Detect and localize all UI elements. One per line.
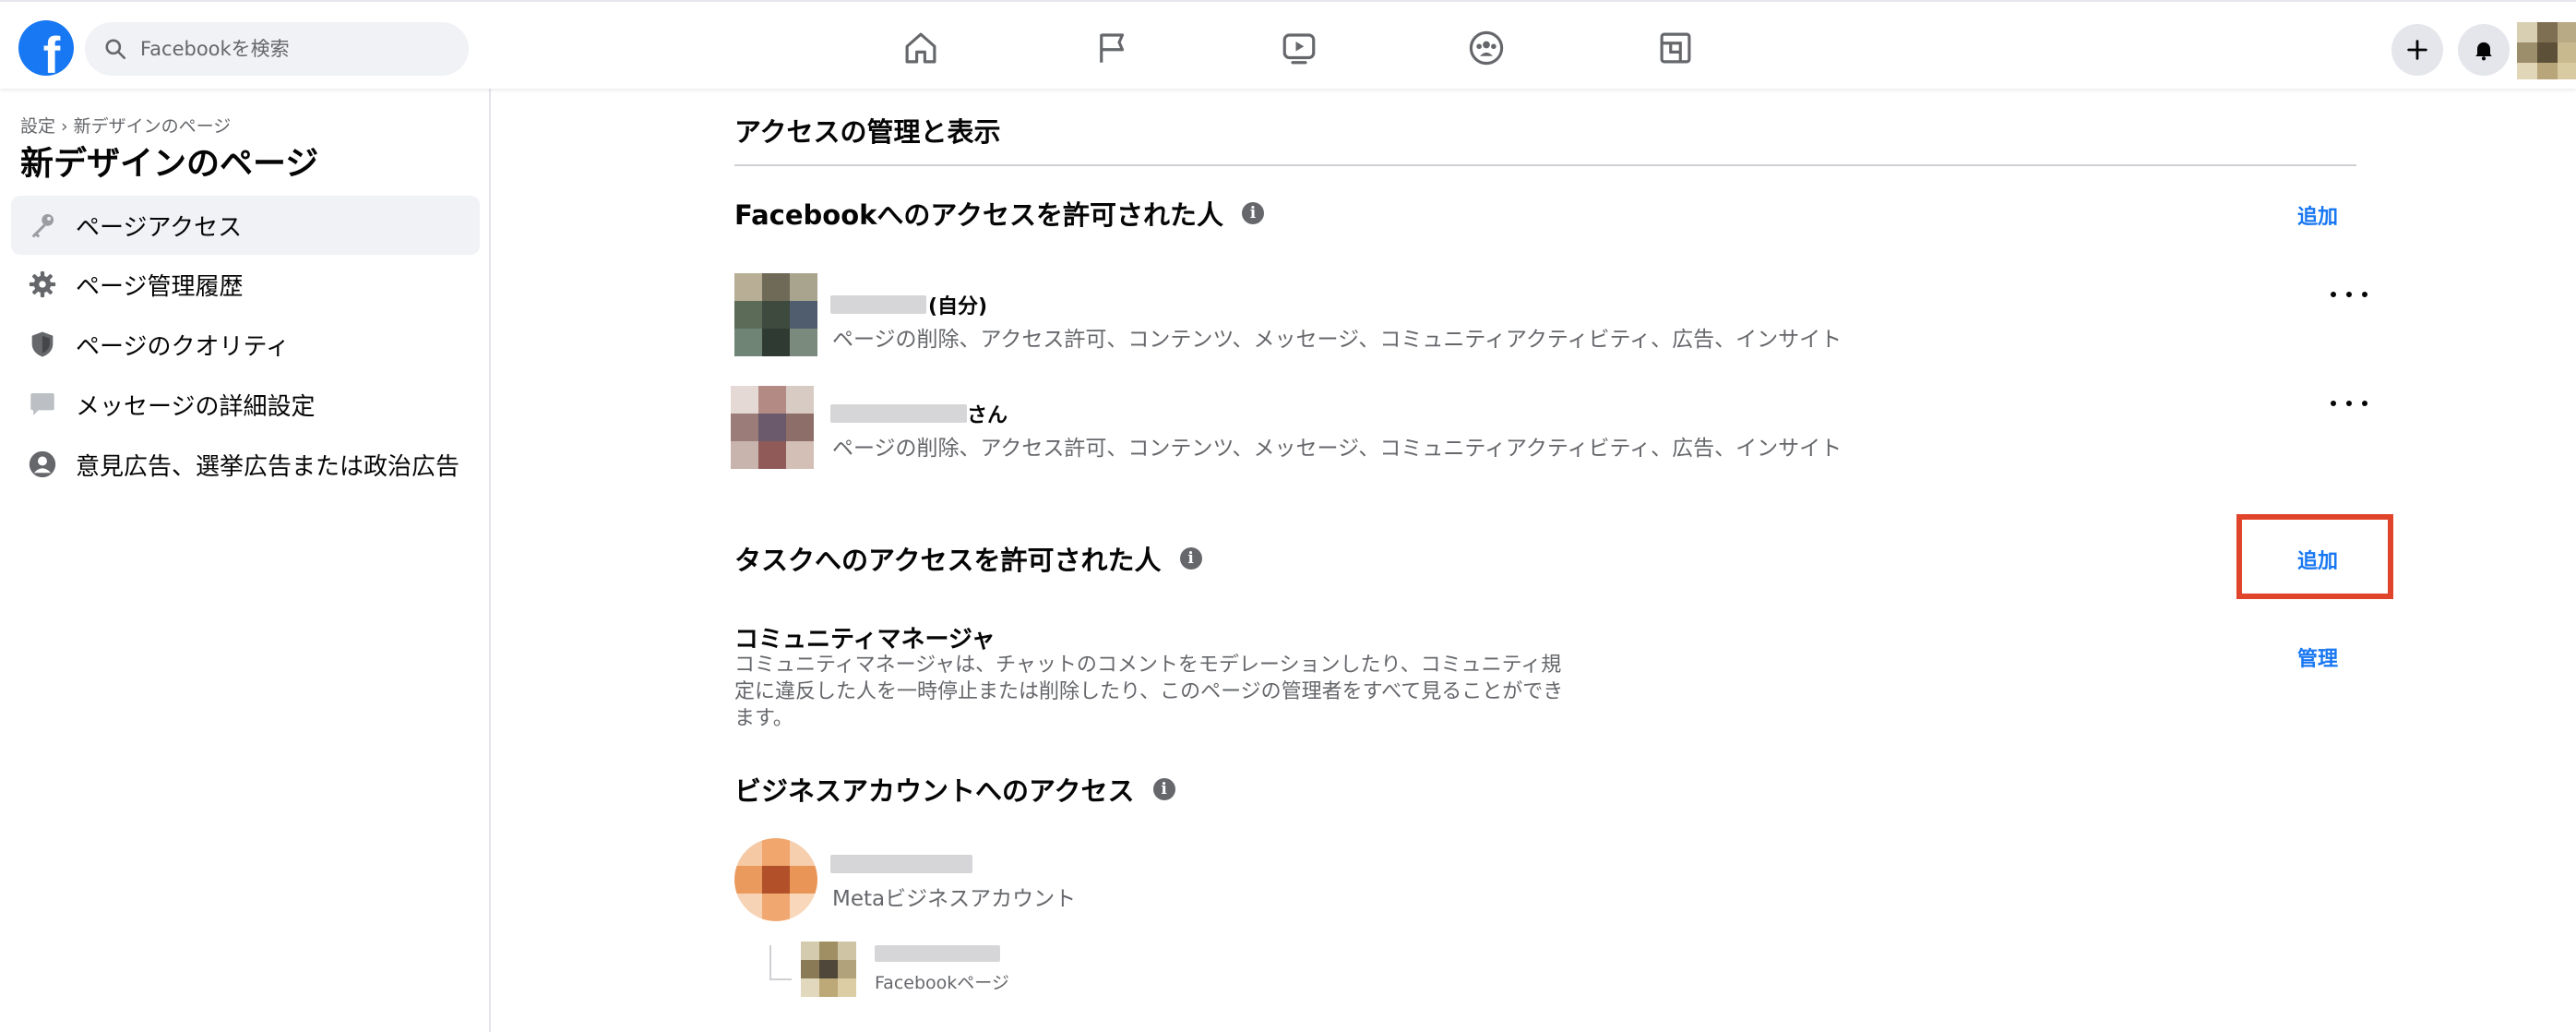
pages-flag-icon[interactable] [1089,24,1137,72]
watch-video-icon[interactable] [1275,24,1323,72]
gaming-icon[interactable] [1652,24,1699,72]
sidebar-item-label: ページのクオリティ [76,332,290,361]
notifications-bell-icon [2475,42,2492,61]
person-permissions: ページの削除、アクセス許可、コンテンツ、メッセージ、コミュニティアクティビティ、… [832,328,1843,352]
profile-avatar[interactable] [2517,22,2576,79]
info-icon[interactable]: i [1241,202,1264,224]
add-facebook-access-button[interactable]: 追加 [2297,200,2338,230]
community-manager-title: コミュニティマネージャ [734,626,996,654]
plus-icon [2407,40,2427,60]
sidebar-item-label: ページ管理履歴 [76,272,244,301]
task-access-title: タスクへのアクセスを許可された人 i [734,539,1202,578]
search-icon [105,39,126,60]
blurred-name [830,295,926,314]
key-icon [26,209,59,242]
business-account-type: Metaビジネスアカウント [832,887,1077,911]
blurred-page-name [875,945,1000,962]
sidebar-item-message-settings[interactable]: メッセージの詳細設定 [11,375,480,434]
section-title-text: タスクへのアクセスを許可された人 [734,545,1162,576]
search-box[interactable] [85,22,469,76]
sidebar-item-label: ページアクセス [76,213,243,242]
manage-community-manager-button[interactable]: 管理 [2297,642,2338,672]
blurred-business-name [830,855,972,873]
facebook-access-title: Facebookへのアクセスを許可された人 i [734,194,1264,233]
heading-divider [734,164,2356,166]
person-avatar [734,273,817,356]
more-options-button[interactable] [2331,394,2367,413]
facebook-page-type: Facebookページ [875,973,1009,993]
more-options-button[interactable] [2331,285,2367,304]
business-access-title: ビジネスアカウントへのアクセス i [734,770,1175,809]
sidebar-item-label: 意見広告、選挙広告または政治広告 [76,452,460,481]
info-icon[interactable]: i [1179,547,1202,570]
page-heading: アクセスの管理と表示 [734,116,1001,148]
top-navigation-bar: f [0,0,2576,89]
tree-connector [769,945,792,980]
sidebar-item-page-access[interactable]: ページアクセス [11,196,480,255]
notifications-button[interactable] [2458,24,2510,76]
facebook-logo-icon[interactable]: f [18,20,74,76]
shield-icon [26,328,59,361]
person-avatar [731,386,814,469]
sidebar-item-page-quality[interactable]: ページのクオリティ [11,315,480,374]
person-name-suffix: さん [967,404,1008,427]
search-input[interactable] [140,38,445,60]
person-name-suffix: (自分) [928,295,988,318]
person-permissions: ページの削除、アクセス許可、コンテンツ、メッセージ、コミュニティアクティビティ、… [832,437,1843,461]
home-icon[interactable] [897,24,945,72]
blurred-name [830,404,967,423]
sidebar-item-page-history[interactable]: ページ管理履歴 [11,255,480,314]
section-title-text: ビジネスアカウントへのアクセス [734,775,1135,807]
business-account-avatar [734,838,817,921]
highlight-box [2236,514,2393,599]
create-plus-button[interactable] [2391,24,2443,76]
message-bubble-icon [26,388,59,421]
groups-icon[interactable] [1462,24,1510,72]
sidebar-item-label: メッセージの詳細設定 [76,392,316,421]
sidebar-title: 新デザインのページ [20,145,319,183]
breadcrumb[interactable]: 設定 › 新デザインのページ [20,113,231,138]
facebook-page-avatar [801,942,856,997]
settings-sidebar: 設定 › 新デザインのページ 新デザインのページ ページアクセス ページ管理履歴… [0,89,491,1032]
logo-letter: f [42,26,61,77]
section-title-text: Facebookへのアクセスを許可された人 [734,199,1223,231]
person-circle-icon [26,448,59,481]
community-manager-description: コミュニティマネージャは、チャットのコメントをモデレーションしたり、コミュニティ… [734,654,1564,730]
info-icon[interactable]: i [1152,778,1175,800]
gear-icon [26,268,59,301]
sidebar-item-political-ads[interactable]: 意見広告、選挙広告または政治広告 [11,435,480,494]
